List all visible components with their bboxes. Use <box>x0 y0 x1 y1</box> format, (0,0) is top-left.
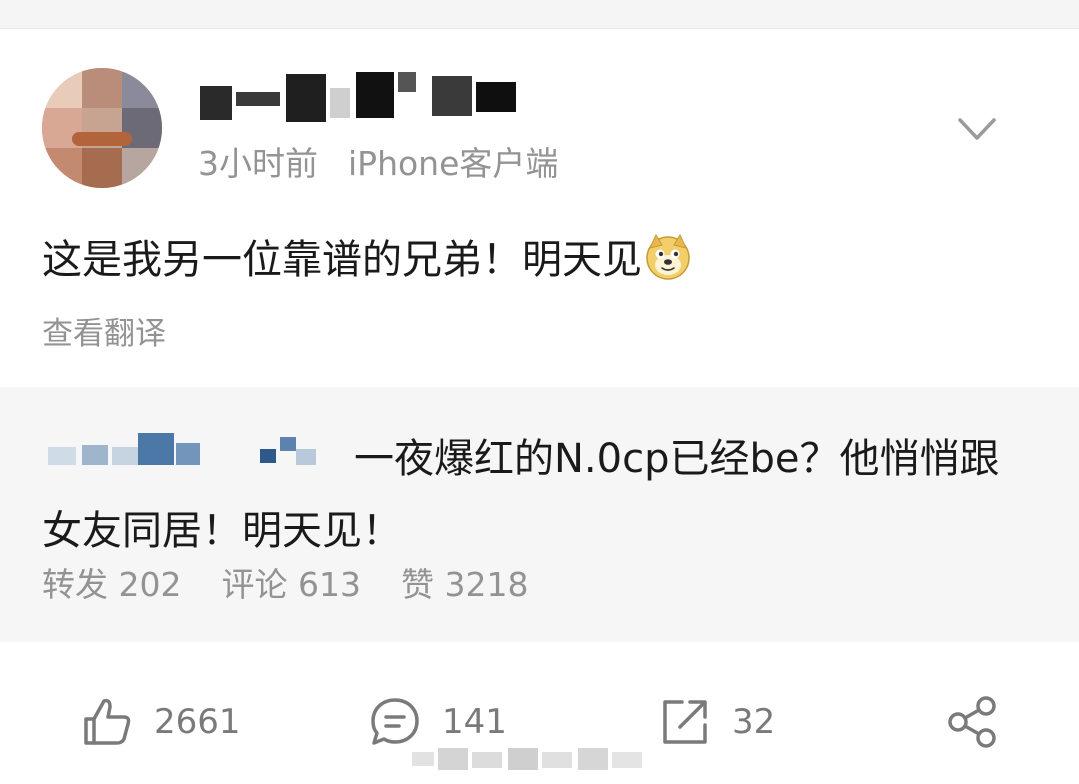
doge-emoji-icon <box>646 233 690 280</box>
comment-count: 613 <box>298 565 361 604</box>
like-button[interactable]: 2661 <box>80 690 241 754</box>
weibo-post-card: 3小时前 iPhone客户端 这是我另一位靠谱的兄弟！明天见 查看翻译 一夜爆红… <box>0 0 1079 784</box>
repost-stats: 转发 202 评论 613 赞 3218 <box>42 563 568 607</box>
comment-label: 评论 <box>221 565 288 604</box>
repost-count: 32 <box>732 702 776 742</box>
like-label: 赞 <box>401 565 434 604</box>
thumbs-up-icon <box>84 698 131 745</box>
forward-label: 转发 <box>42 565 108 604</box>
repost-button[interactable]: 32 <box>658 690 775 754</box>
repost-block[interactable]: 一夜爆红的N.0cp已经be？他悄悄跟女友同居！明天见！ 转发 202 评论 61… <box>0 387 1079 642</box>
repost-like-stat[interactable]: 赞 3218 <box>401 565 528 604</box>
blurred-watermark <box>412 744 652 774</box>
share-nodes-icon <box>948 696 996 748</box>
comment-count: 141 <box>442 702 507 742</box>
post-meta: 3小时前 iPhone客户端 <box>198 142 558 186</box>
forward-count: 202 <box>118 565 182 604</box>
chevron-down-icon[interactable] <box>952 110 1002 150</box>
post-timestamp: 3小时前 <box>198 144 318 183</box>
post-text: 这是我另一位靠谱的兄弟！明天见 <box>42 232 692 288</box>
username-mosaic[interactable] <box>196 66 526 126</box>
avatar[interactable] <box>42 68 162 188</box>
top-divider-strip <box>0 0 1079 29</box>
share-out-icon <box>663 700 707 744</box>
view-translation-link[interactable]: 查看翻译 <box>42 312 166 356</box>
post-client: iPhone客户端 <box>348 144 559 183</box>
repost-forward-stat[interactable]: 转发 202 <box>42 565 182 604</box>
repost-text: 一夜爆红的N.0cp已经be？他悄悄跟女友同居！明天见！ <box>42 436 1000 554</box>
repost-comment-stat[interactable]: 评论 613 <box>222 565 362 604</box>
like-count: 2661 <box>154 702 241 742</box>
like-count: 3218 <box>444 565 529 604</box>
share-button[interactable] <box>944 690 1000 754</box>
post-text-content: 这是我另一位靠谱的兄弟！明天见 <box>42 237 642 283</box>
comment-bubble-icon <box>371 698 419 745</box>
